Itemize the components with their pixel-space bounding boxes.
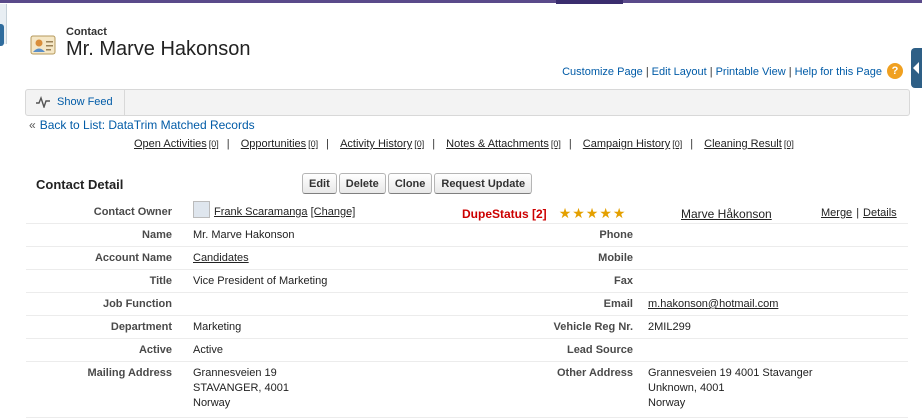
owner-avatar-icon	[193, 201, 210, 218]
delete-button[interactable]: Delete	[338, 173, 386, 194]
address-line: Grannesveien 19 4001 Stavanger	[648, 367, 813, 379]
field-value: m.hakonson@hotmail.com	[648, 292, 908, 316]
related-link-notes-attachments[interactable]: Notes & Attachments	[446, 138, 549, 150]
mailing-address-value: Grannesveien 19 STAVANGER, 4001 Norway	[193, 361, 413, 418]
table-row: Active Active Lead Source	[26, 338, 908, 362]
field-value: 2MIL299	[648, 315, 908, 339]
show-feed-label: Show Feed	[57, 96, 113, 108]
email-link[interactable]: m.hakonson@hotmail.com	[648, 298, 778, 310]
record-type-label: Contact	[66, 26, 107, 38]
page-help-links: Customize Page | Edit Layout | Printable Vie…	[562, 66, 882, 78]
breadcrumb: « Back to List: DataTrim Matched Records	[29, 118, 255, 132]
field-label: Active	[26, 338, 193, 362]
owner-value: Frank Scaramanga [Change]	[193, 201, 908, 224]
table-row: Title Vice President of Marketing Fax	[26, 269, 908, 293]
printable-view-link[interactable]: Printable View	[716, 66, 786, 78]
field-value	[648, 269, 908, 293]
field-label: Contact Owner	[26, 201, 193, 224]
customize-page-link[interactable]: Customize Page	[562, 66, 643, 78]
contact-card-icon	[30, 35, 56, 55]
field-label: Vehicle Reg Nr.	[413, 315, 648, 339]
help-icon[interactable]: ?	[887, 63, 903, 79]
show-feed-button[interactable]: Show Feed	[26, 90, 125, 115]
address-line: Grannesveien 19	[193, 367, 277, 379]
field-label: Department	[26, 315, 193, 339]
field-label: Email	[413, 292, 648, 316]
collapse-arrow-icon	[913, 62, 919, 74]
edit-layout-link[interactable]: Edit Layout	[652, 66, 707, 78]
page-title: Mr. Marve Hakonson	[66, 38, 251, 60]
field-label: Mobile	[413, 246, 648, 270]
table-row: Name Mr. Marve Hakonson Phone	[26, 223, 908, 247]
field-label: Other Address	[413, 361, 648, 418]
account-name-link[interactable]: Candidates	[193, 252, 249, 264]
feed-pulse-icon	[36, 96, 50, 108]
detail-button-bar: Edit Delete Clone Request Update	[302, 173, 534, 194]
back-to-list-link[interactable]: Back to List: DataTrim Matched Records	[40, 118, 255, 132]
table-row: Department Marketing Vehicle Reg Nr. 2MI…	[26, 315, 908, 339]
related-link-campaign-history[interactable]: Campaign History	[583, 138, 670, 150]
field-value	[648, 246, 908, 270]
table-row: Contact Owner Frank Scaramanga [Change]	[26, 201, 908, 224]
field-label: Title	[26, 269, 193, 293]
help-page-link[interactable]: Help for this Page	[795, 66, 882, 78]
table-row: Account Name Candidates Mobile	[26, 246, 908, 270]
related-count: [0]	[550, 139, 561, 149]
related-list-links: Open Activities [0] | Opportunities [0] | Ac…	[134, 138, 794, 150]
edit-button[interactable]: Edit	[302, 173, 337, 194]
related-link-open-activities[interactable]: Open Activities	[134, 138, 207, 150]
field-value: Candidates	[193, 246, 413, 270]
sidebar-collapse-tab[interactable]	[911, 48, 922, 88]
field-value: Vice President of Marketing	[193, 269, 413, 293]
request-update-button[interactable]: Request Update	[434, 173, 533, 194]
section-title: Contact Detail	[36, 177, 124, 192]
field-label: Name	[26, 223, 193, 247]
related-count: [0]	[308, 139, 319, 149]
field-label: Job Function	[26, 292, 193, 316]
field-value	[193, 292, 413, 316]
field-label: Mailing Address	[26, 361, 193, 418]
field-value	[648, 223, 908, 247]
address-line: Norway	[648, 397, 686, 409]
related-count: [0]	[783, 139, 794, 149]
change-owner-link[interactable]: [Change]	[311, 206, 356, 218]
field-value: Marketing	[193, 315, 413, 339]
related-count: [0]	[672, 139, 683, 149]
related-link-opportunities[interactable]: Opportunities	[241, 138, 306, 150]
table-row: Job Function Email m.hakonson@hotmail.co…	[26, 292, 908, 316]
address-line: STAVANGER, 4001	[193, 382, 289, 394]
address-line: Norway	[193, 397, 231, 409]
field-value: Mr. Marve Hakonson	[193, 223, 413, 247]
field-value	[648, 338, 908, 362]
sidebar-handle-icon	[0, 24, 4, 46]
top-nav-bar	[0, 0, 922, 3]
related-count: [0]	[414, 139, 425, 149]
active-tab-indicator	[556, 0, 623, 4]
related-count: [0]	[208, 139, 219, 149]
clone-button[interactable]: Clone	[387, 173, 433, 194]
field-label: Phone	[413, 223, 648, 247]
table-row: Mailing Address Grannesveien 19 STAVANGE…	[26, 361, 908, 418]
owner-name-link[interactable]: Frank Scaramanga	[214, 206, 308, 218]
related-link-activity-history[interactable]: Activity History	[340, 138, 412, 150]
field-label: Account Name	[26, 246, 193, 270]
field-label: Lead Source	[413, 338, 648, 362]
other-address-value: Grannesveien 19 4001 Stavanger Unknown, …	[648, 361, 908, 418]
field-value: Active	[193, 338, 413, 362]
left-sidebar-handle[interactable]	[0, 4, 7, 46]
feed-bar: Show Feed	[25, 89, 910, 116]
field-label: Fax	[413, 269, 648, 293]
back-arrow-icon: «	[29, 118, 36, 132]
related-link-cleaning-result[interactable]: Cleaning Result	[704, 138, 782, 150]
address-line: Unknown, 4001	[648, 382, 725, 394]
contact-detail-table: Contact Owner Frank Scaramanga [Change] …	[26, 201, 908, 418]
